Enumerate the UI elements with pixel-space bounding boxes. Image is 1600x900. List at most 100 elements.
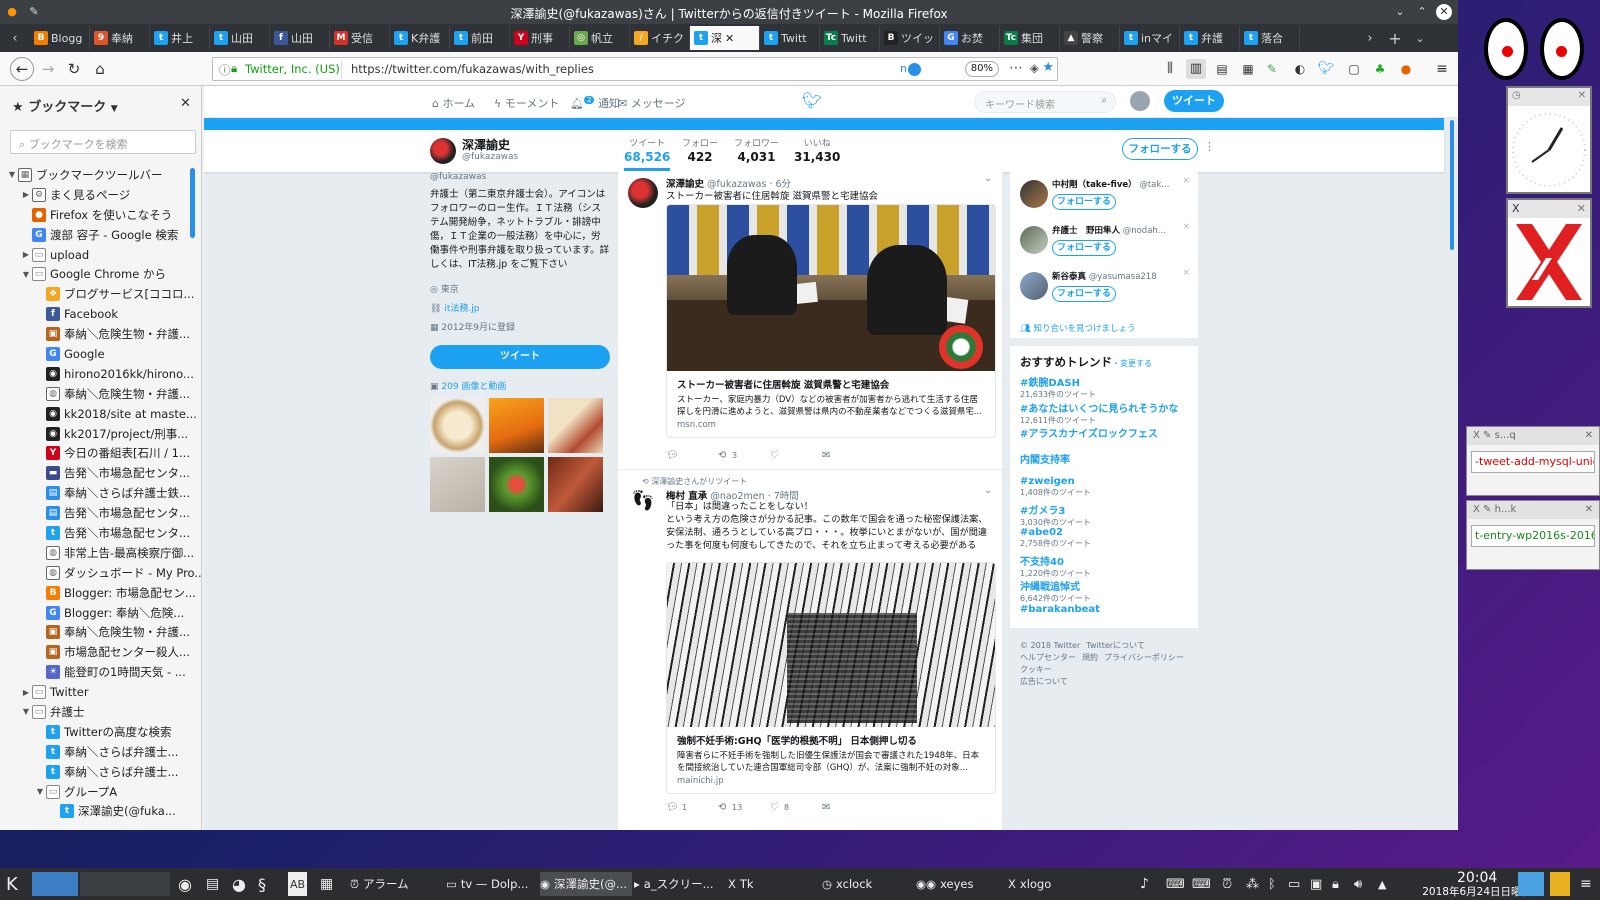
retweet-icon[interactable]: ⟲: [718, 802, 726, 813]
menu-icon[interactable]: ≡: [1432, 59, 1452, 79]
tweet-avatar[interactable]: [628, 178, 658, 208]
library-icon[interactable]: ⫼: [1160, 59, 1180, 79]
profile-stat[interactable]: いいね 31,430: [794, 136, 840, 164]
trend-item[interactable]: #barakanbeat: [1020, 604, 1190, 630]
profile-stat[interactable]: ツイート 68,526: [624, 136, 671, 171]
taskbar-task[interactable]: ⏰︎ アラーム: [350, 872, 442, 896]
pen-icon[interactable]: ✎: [1262, 59, 1282, 79]
tree-toggle-icon[interactable]: ▶: [20, 688, 32, 697]
trend-name[interactable]: #ガメラ3: [1020, 502, 1190, 517]
media-thumb[interactable]: [548, 457, 603, 512]
tab[interactable]: t K弁護: [390, 26, 450, 50]
close-icon[interactable]: ✕: [1585, 504, 1593, 515]
zoom-level[interactable]: 80%: [964, 61, 999, 77]
suggestion-avatar[interactable]: [1020, 180, 1048, 208]
dismiss-icon[interactable]: ×: [1182, 222, 1190, 232]
tweet-menu-chevron-icon[interactable]: ⌄: [984, 174, 992, 184]
tab-list-dropdown-icon[interactable]: ⌄: [1410, 32, 1430, 45]
bookmark-item[interactable]: Y 今日の番組表[石川 / 1...: [0, 443, 202, 463]
home-icon[interactable]: ⌂: [90, 59, 110, 79]
trend-item[interactable]: #あなたはいくつに見られそうかな 12,611件のツイート: [1020, 400, 1190, 426]
profile-stat[interactable]: フォロー 422: [682, 136, 718, 164]
page-actions-icon[interactable]: ⋯: [1009, 60, 1023, 76]
profile-name[interactable]: 深澤諭史: [462, 136, 510, 153]
reply-icon[interactable]: 💬︎: [666, 802, 679, 813]
trend-name[interactable]: #あなたはいくつに見られそうかな: [1020, 400, 1190, 415]
xlogo-titlebar[interactable]: X ✕: [1508, 200, 1590, 218]
page-scrollbar[interactable]: [1450, 120, 1454, 250]
clipboard-tray-icon[interactable]: ▣: [1310, 872, 1322, 896]
media-thumb[interactable]: [430, 457, 485, 512]
reply-icon[interactable]: 💬︎: [666, 450, 679, 461]
new-tab-icon[interactable]: +: [1380, 29, 1410, 48]
pin-icon[interactable]: ✎: [1483, 504, 1491, 515]
tab[interactable]: / イチク: [630, 26, 690, 50]
tk-titlebar[interactable]: X ✎ s...q ✕: [1467, 427, 1599, 445]
lock-icon[interactable]: 🔒︎: [1332, 872, 1339, 896]
minimize-icon[interactable]: ⌄: [1392, 4, 1408, 20]
suggestion-follow-button[interactable]: フォローする: [1052, 286, 1116, 302]
trend-item[interactable]: 沖縄戦追悼式 6,642件のツイート: [1020, 578, 1190, 604]
sidebar-close-icon[interactable]: ✕: [180, 96, 191, 111]
tk-titlebar[interactable]: X ✎ h...k ✕: [1467, 501, 1599, 519]
twitter-search-input[interactable]: キーワード検索 ⌕: [974, 91, 1116, 113]
tab[interactable]: Tc Twitt: [820, 26, 880, 50]
bookmark-item[interactable]: ▼ ▦ ブックマークツールバー: [0, 165, 202, 185]
bookmark-item[interactable]: ◍ 非常上告-最高検察庁御...: [0, 543, 202, 563]
tab[interactable]: t 弁護: [1180, 26, 1240, 50]
like-icon[interactable]: ♡: [770, 802, 779, 813]
link-card[interactable]: 強制不妊手術:GHQ「医学的根拠不明」 日本側押し切る 障害者らに不妊手術を強制…: [666, 562, 996, 794]
bookmark-star-icon[interactable]: ★: [1042, 60, 1054, 75]
bookmark-item[interactable]: ◍ 奉納＼危険生物・弁護...: [0, 384, 202, 404]
media-link[interactable]: ▣ 209 画像と動画: [430, 379, 610, 392]
panel-menu-icon[interactable]: ≡: [1580, 872, 1592, 896]
tab[interactable]: ◎ 帆立: [570, 26, 630, 50]
sidebar-toggle-icon[interactable]: ▥: [1186, 59, 1206, 79]
taskbar-task[interactable]: X Tk: [728, 872, 820, 896]
tweet-avatar[interactable]: 👣︎: [628, 488, 658, 518]
tree-toggle-icon[interactable]: ▼: [20, 270, 32, 279]
tab[interactable]: B ツイッ: [880, 26, 940, 50]
trend-name[interactable]: 沖縄戦追悼式: [1020, 578, 1190, 593]
direct-message-icon[interactable]: ✉: [822, 802, 830, 813]
bookmark-item[interactable]: G Blogger: 奉納＼危険...: [0, 603, 202, 623]
tab[interactable]: t Twitt: [760, 26, 820, 50]
trend-item[interactable]: 不支持40 1,220件のツイート: [1020, 553, 1190, 579]
tab[interactable]: B Blogg: [30, 26, 90, 50]
tab-scroll-left-icon[interactable]: ‹: [0, 31, 30, 46]
apps-grid-icon[interactable]: ▦: [1238, 59, 1258, 79]
editor-launcher-icon[interactable]: ▤: [206, 872, 219, 896]
terminal-launcher-icon[interactable]: ▦: [320, 872, 333, 896]
keyboard-icon[interactable]: ⌨: [1166, 872, 1185, 896]
twitter-bird-icon[interactable]: 🐦︎: [802, 91, 822, 110]
bookmark-folder[interactable]: ▼ ▭ 弁護士: [0, 702, 202, 722]
tab[interactable]: ▲ 警察: [1060, 26, 1120, 50]
trend-item[interactable]: #abe02 2,758件のツイート: [1020, 527, 1190, 553]
trend-item[interactable]: #ガメラ3 3,030件のツイート: [1020, 502, 1190, 528]
tab[interactable]: Tc 集団: [1000, 26, 1060, 50]
follow-suggestion[interactable]: 新谷泰真 @yasumasa218 フォローする ×: [1010, 266, 1198, 312]
tweet-menu-chevron-icon[interactable]: ⌄: [984, 486, 992, 496]
chrome-launcher-icon[interactable]: ◕: [232, 872, 246, 896]
tab[interactable]: t 深 ✕: [690, 26, 760, 50]
suggestion-follow-button[interactable]: フォローする: [1052, 194, 1116, 210]
dragon-icon[interactable]: ♪: [1140, 872, 1149, 896]
bookmark-item[interactable]: ☀ 能登町の1時間天気 - ...: [0, 662, 202, 682]
info-icon[interactable]: ⓘ: [219, 62, 231, 78]
media-thumb[interactable]: [548, 398, 603, 453]
trend-name[interactable]: #barakanbeat: [1020, 604, 1190, 615]
tab[interactable]: M 受信: [330, 26, 390, 50]
direct-message-icon[interactable]: ✉: [822, 450, 830, 461]
s-launcher-icon[interactable]: §: [258, 872, 266, 896]
bookmark-item[interactable]: ◉ kk2017/project/刑事...: [0, 424, 202, 444]
footer-link[interactable]: クッキー: [1020, 665, 1052, 674]
tab[interactable]: t 前田: [450, 26, 510, 50]
taskbar-task[interactable]: ▸ a_スクリー...: [634, 872, 726, 896]
suggestion-handle[interactable]: @yasumasa218: [1089, 272, 1157, 282]
taskbar-clock[interactable]: 20:04 2018年6月24日日曜日: [1422, 871, 1532, 899]
profile-tweet-button[interactable]: ツイート: [430, 345, 610, 369]
bookmark-item[interactable]: t 深澤諭史(@fuka...: [0, 802, 202, 822]
wallpaper-thumb[interactable]: [1518, 872, 1544, 896]
desktop-pager[interactable]: [32, 872, 78, 896]
bookmark-item[interactable]: t 告発＼市場急配センタ...: [0, 523, 202, 543]
